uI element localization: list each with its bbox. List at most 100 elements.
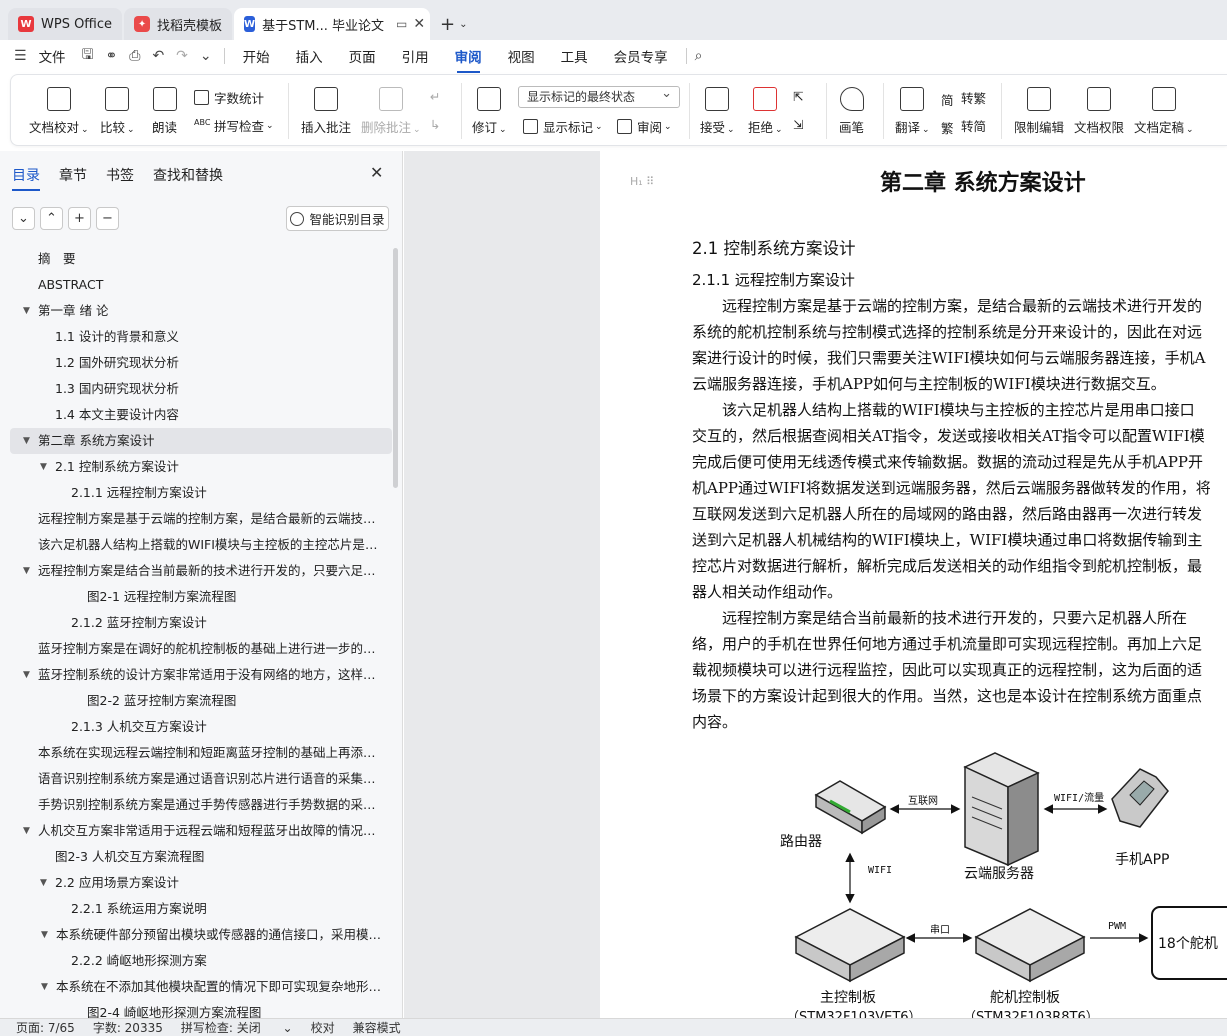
- close-icon[interactable]: ✕: [370, 163, 383, 182]
- tab-find-replace[interactable]: 查找和替换: [153, 165, 223, 185]
- expand-arrow-icon[interactable]: ▼: [41, 922, 48, 948]
- next-change-icon[interactable]: ⇲: [793, 117, 803, 132]
- document-page[interactable]: H₁ ⠿ 第二章 系统方案设计 2.1 控制系统方案设计 2.1.1 远程控制方…: [600, 151, 1227, 1018]
- menu-review[interactable]: 审阅: [455, 46, 482, 73]
- toc-item[interactable]: 图2-1 远程控制方案流程图: [10, 584, 392, 610]
- menu-view[interactable]: 视图: [508, 46, 535, 66]
- toc-item[interactable]: ▼ 第一章 绪 论: [10, 298, 392, 324]
- tab-daoke-template[interactable]: ✦ 找稻壳模板: [124, 8, 233, 40]
- expand-arrow-icon[interactable]: ▼: [23, 298, 30, 324]
- to-simplified-button[interactable]: 繁 转简: [941, 116, 986, 136]
- print-preview-icon[interactable]: ⎙: [129, 48, 140, 64]
- expand-arrow-icon[interactable]: ▼: [40, 870, 47, 896]
- word-count[interactable]: 字数: 20335: [93, 1019, 163, 1036]
- menu-start[interactable]: 开始: [243, 46, 270, 66]
- tab-bookmarks[interactable]: 书签: [106, 165, 134, 185]
- search-icon[interactable]: ⌕: [695, 48, 703, 64]
- next-comment-icon[interactable]: ↳: [430, 117, 440, 132]
- toc-item[interactable]: 该六足机器人结构上搭载的WIFI模块与主控板的主控芯片是用 ...: [10, 532, 392, 558]
- toc-item[interactable]: 摘 要: [10, 246, 392, 272]
- minus-icon[interactable]: −: [96, 207, 119, 230]
- revise-button[interactable]: 修订 ⌄: [472, 87, 507, 136]
- word-count-button[interactable]: 字数统计: [194, 88, 264, 107]
- toc-item[interactable]: ▼ 2.2 应用场景方案设计: [10, 870, 392, 896]
- toc-item[interactable]: ▼ 本系统在不添加其他模块配置的情况下即可实现复杂地形的 ...: [10, 974, 392, 1000]
- tab-chapters[interactable]: 章节: [59, 165, 87, 185]
- menu-file[interactable]: 文件: [39, 46, 66, 66]
- toc-item[interactable]: 1.3 国内研究现状分析: [10, 376, 392, 402]
- compare-button[interactable]: 比较 ⌄: [100, 87, 135, 136]
- toc-item[interactable]: ▼ 蓝牙控制系统的设计方案非常适用于没有网络的地方，这样的 ...: [10, 662, 392, 688]
- toc-item[interactable]: 2.2.2 崎岖地形探测方案: [10, 948, 392, 974]
- save-icon[interactable]: 🖫: [82, 44, 94, 68]
- spell-check-button[interactable]: ABC 拼写检查 ⌄: [194, 116, 274, 135]
- chevron-down-icon[interactable]: ⌄: [459, 19, 467, 30]
- chevron-up-icon[interactable]: ⌃: [40, 207, 63, 230]
- toc-item[interactable]: 2.1.1 远程控制方案设计: [10, 480, 392, 506]
- insert-comment-button[interactable]: 插入批注: [301, 87, 351, 136]
- prev-change-icon[interactable]: ⇱: [793, 89, 803, 104]
- menu-page[interactable]: 页面: [349, 46, 376, 66]
- toc-item[interactable]: 2.1.3 人机交互方案设计: [10, 714, 392, 740]
- smart-toc-button[interactable]: 智能识别目录: [286, 206, 389, 231]
- chevron-down-icon[interactable]: ⌄: [12, 207, 35, 230]
- translate-button[interactable]: 翻译 ⌄: [895, 87, 930, 136]
- toc-item[interactable]: 2.1.2 蓝牙控制方案设计: [10, 610, 392, 636]
- proof-button[interactable]: 校对: [311, 1019, 335, 1036]
- expand-arrow-icon[interactable]: ▼: [23, 818, 30, 844]
- plus-icon[interactable]: +: [68, 207, 91, 230]
- tab-window-icon[interactable]: ▭: [396, 17, 407, 31]
- doc-finalize-button[interactable]: 文档定稿 ⌄: [1134, 87, 1194, 136]
- expand-arrow-icon[interactable]: ▼: [23, 558, 30, 584]
- pen-button[interactable]: 画笔: [839, 87, 864, 136]
- toc-item[interactable]: 图2-4 崎岖地形探测方案流程图: [10, 1000, 392, 1018]
- accept-button[interactable]: 接受 ⌄: [700, 87, 735, 136]
- redo-icon[interactable]: ↷: [176, 48, 188, 64]
- spell-check-status[interactable]: 拼写检查: 关闭 ⌄: [181, 1019, 293, 1036]
- restrict-edit-button[interactable]: 限制编辑: [1014, 87, 1064, 136]
- prev-comment-icon[interactable]: ↵: [430, 89, 440, 104]
- scrollbar[interactable]: [393, 248, 398, 488]
- delete-comment-button[interactable]: 删除批注 ⌄: [361, 87, 421, 136]
- expand-arrow-icon[interactable]: ▼: [40, 454, 47, 480]
- new-tab-button[interactable]: + ⌄: [432, 8, 475, 40]
- toc-item[interactable]: 图2-2 蓝牙控制方案流程图: [10, 688, 392, 714]
- to-traditional-button[interactable]: 简 转繁: [941, 88, 986, 108]
- toc-item[interactable]: 2.2.1 系统运用方案说明: [10, 896, 392, 922]
- toc-item[interactable]: ▼ 第二章 系统方案设计: [10, 428, 392, 454]
- expand-arrow-icon[interactable]: ▼: [23, 428, 30, 454]
- toc-item[interactable]: ▼ 人机交互方案非常适用于远程云端和短程蓝牙出故障的情况或 ...: [10, 818, 392, 844]
- toc-item[interactable]: 语音识别控制系统方案是通过语音识别芯片进行语音的采集， ...: [10, 766, 392, 792]
- hamburger-icon[interactable]: ☰: [14, 48, 27, 64]
- toc-item[interactable]: 1.1 设计的背景和意义: [10, 324, 392, 350]
- menu-insert[interactable]: 插入: [296, 46, 323, 66]
- toc-item[interactable]: 手势识别控制系统方案是通过手势传感器进行手势数据的采集 ...: [10, 792, 392, 818]
- tab-toc[interactable]: 目录: [12, 165, 40, 191]
- toc-item[interactable]: 1.4 本文主要设计内容: [10, 402, 392, 428]
- toc-item[interactable]: ABSTRACT: [10, 272, 392, 298]
- markup-select[interactable]: 显示标记的最终状态: [518, 84, 680, 108]
- expand-arrow-icon[interactable]: ▼: [41, 974, 48, 1000]
- review-pane-button[interactable]: 审阅 ⌄: [617, 117, 672, 136]
- more-icon[interactable]: ⌄: [200, 48, 212, 64]
- toc-item[interactable]: 本系统在实现远程云端控制和短距离蓝牙控制的基础上再添加 ...: [10, 740, 392, 766]
- toc-item[interactable]: ▼ 2.1 控制系统方案设计: [10, 454, 392, 480]
- menu-member[interactable]: 会员专享: [614, 46, 668, 66]
- toc-item[interactable]: 图2-3 人机交互方案流程图: [10, 844, 392, 870]
- doc-check-button[interactable]: 文档校对 ⌄: [29, 87, 89, 136]
- doc-permission-button[interactable]: 文档权限: [1074, 87, 1124, 136]
- toc-item[interactable]: ▼ 本系统硬件部分预留出模块或传感器的通信接口，采用模块 ...: [10, 922, 392, 948]
- toc-item[interactable]: 远程控制方案是基于云端的控制方案，是结合最新的云端技术 ...: [10, 506, 392, 532]
- reject-button[interactable]: 拒绝 ⌄: [748, 87, 783, 136]
- read-aloud-button[interactable]: 朗读: [152, 87, 177, 136]
- menu-tools[interactable]: 工具: [561, 46, 588, 66]
- show-markup-button[interactable]: 显示标记 ⌄: [523, 117, 603, 136]
- undo-icon[interactable]: ↶: [152, 48, 164, 64]
- heading-handle-icon[interactable]: H₁ ⠿: [630, 175, 654, 188]
- expand-arrow-icon[interactable]: ▼: [23, 662, 30, 688]
- toc-item[interactable]: ▼ 远程控制方案是结合当前最新的技术进行开发的，只要六足机 ...: [10, 558, 392, 584]
- tab-document[interactable]: W 基于STM... 毕业论文 ▭ ✕: [234, 8, 431, 40]
- toc-item[interactable]: 1.2 国外研究现状分析: [10, 350, 392, 376]
- tab-close-icon[interactable]: ✕: [413, 16, 425, 32]
- tab-wps-office[interactable]: W WPS Office: [8, 8, 123, 40]
